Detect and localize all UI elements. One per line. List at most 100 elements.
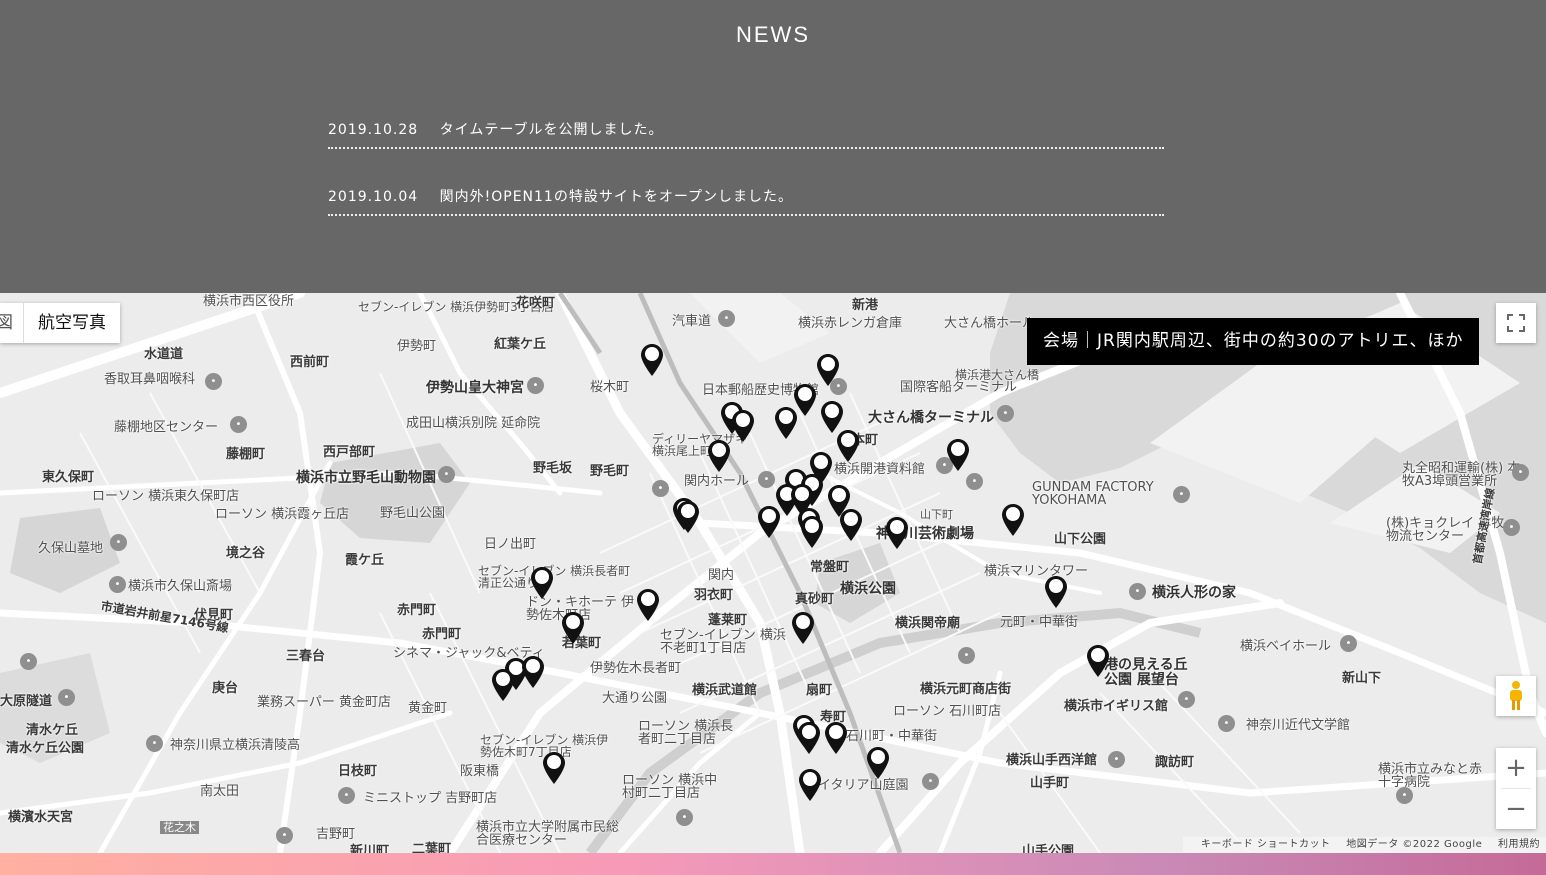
- map-label: セブン-イレブン 横浜不老町1丁目店: [660, 628, 786, 656]
- poi-icon: •: [652, 480, 669, 497]
- venue-pin[interactable]: [542, 751, 566, 785]
- news-text[interactable]: 関内外!OPEN11の特設サイトをオープンしました。: [440, 189, 793, 205]
- venue-pin[interactable]: [774, 406, 798, 440]
- map-label: 新港: [852, 298, 879, 313]
- poi-icon: •: [527, 377, 544, 394]
- map-label: 阪東橋: [460, 764, 500, 779]
- map-label: 花咲町: [516, 296, 556, 311]
- map-label: ローソン 石川町店: [893, 704, 1002, 719]
- venue-pin[interactable]: [1001, 503, 1025, 537]
- poi-icon: •: [1108, 751, 1125, 768]
- poi-icon: •: [109, 576, 126, 593]
- keyboard-shortcuts-link[interactable]: キーボード ショートカット: [1201, 839, 1331, 850]
- map-label: 新川町: [350, 844, 390, 853]
- map-label: 水道道: [144, 347, 184, 362]
- map-label: 扇町: [806, 683, 833, 698]
- venue-pin[interactable]: [530, 566, 554, 600]
- map-label: 三春台: [286, 649, 326, 664]
- venue-pin[interactable]: [757, 505, 781, 539]
- venue-pin[interactable]: [797, 721, 821, 755]
- venue-pin[interactable]: [491, 668, 515, 702]
- map-label: 赤門町: [422, 627, 462, 642]
- map-label: 横濱水天宮: [8, 810, 74, 825]
- map-label: (株)キョクレイ 本牧物流センター: [1386, 516, 1505, 544]
- venue-pin[interactable]: [839, 508, 863, 542]
- map-label: 花之木: [160, 821, 199, 834]
- poi-icon: •: [338, 787, 355, 804]
- map-label: 業務スーパー 黄金町店: [257, 695, 392, 710]
- venue-pin[interactable]: [707, 439, 731, 473]
- map-label: 野毛町: [590, 464, 630, 479]
- map-data-credit: 地図データ ©2022 Google: [1346, 839, 1483, 850]
- map-label: 伊勢町: [397, 339, 437, 354]
- footer-gradient-bar: [0, 853, 1546, 875]
- map-label: 石川町・中華街: [846, 729, 938, 744]
- map-label: 桜木町: [590, 380, 630, 395]
- venue-pin[interactable]: [521, 655, 545, 689]
- map-label: 横浜市イギリス館: [1064, 699, 1169, 714]
- poi-icon: •: [718, 310, 735, 327]
- venue-pin[interactable]: [836, 429, 860, 463]
- poi-icon: •: [1340, 635, 1357, 652]
- map-label: 横浜山手西洋館: [1006, 753, 1098, 768]
- map-label: 赤門町: [397, 603, 437, 618]
- venue-pin[interactable]: [1044, 575, 1068, 609]
- map-label: 庚台: [212, 681, 239, 696]
- map-label: 汽車道: [672, 314, 712, 329]
- news-item[interactable]: 2019.10.28 タイムテーブルを公開しました。: [328, 113, 1164, 149]
- venue-pin[interactable]: [676, 500, 700, 534]
- venue-pin[interactable]: [946, 438, 970, 472]
- map-type-map-option[interactable]: 図: [0, 303, 23, 343]
- venue-pin[interactable]: [824, 721, 848, 755]
- map-label: 横浜武道館: [692, 683, 758, 698]
- map-label: セブン-イレブン 横浜長者町清正公通り店: [478, 564, 631, 590]
- map-label: 横浜ベイホール: [1240, 639, 1332, 654]
- venue-pin[interactable]: [800, 515, 824, 549]
- map-type-satellite-option[interactable]: 航空写真: [23, 303, 120, 343]
- map-label: 藤棚地区センター: [114, 420, 219, 435]
- news-section: NEWS 2019.10.28 タイムテーブルを公開しました。 2019.10.…: [0, 0, 1546, 293]
- map-label: 久保山墓地: [38, 541, 104, 556]
- poi-icon: •: [676, 809, 693, 826]
- venue-map[interactable]: 横浜市西区役所 セブン-イレブン 横浜伊勢町3丁目店 花咲町 新港 汽車道 横浜…: [0, 293, 1546, 853]
- news-text[interactable]: タイムテーブルを公開しました。: [440, 122, 664, 138]
- venue-pin[interactable]: [731, 409, 755, 443]
- map-label: ローソン 横浜長者町二丁目店: [638, 719, 734, 747]
- map-label: 元町・中華街: [1000, 615, 1079, 630]
- map-label: 横浜市久保山斎場: [128, 579, 233, 594]
- fullscreen-button[interactable]: [1496, 303, 1536, 343]
- venue-pin[interactable]: [885, 516, 909, 550]
- venue-pin[interactable]: [798, 768, 822, 802]
- poi-icon: •: [922, 773, 939, 790]
- map-label: 野毛坂: [533, 461, 573, 476]
- map-label: 港の見える丘公園 展望台: [1104, 657, 1188, 689]
- venue-pin[interactable]: [816, 353, 840, 387]
- terms-link[interactable]: 利用規約: [1498, 839, 1540, 850]
- zoom-in-button[interactable]: +: [1496, 748, 1536, 788]
- poi-icon: •: [1512, 464, 1529, 481]
- poi-icon: •: [966, 473, 983, 490]
- map-label: 関内ホール: [684, 474, 750, 489]
- map-label: 大原隧道: [0, 694, 53, 709]
- zoom-out-button[interactable]: −: [1496, 789, 1536, 829]
- map-label: 蓬莱町: [708, 613, 748, 628]
- map-label: 清水ケ丘公園: [6, 741, 85, 756]
- map-label: 伊勢山皇大神宮: [426, 380, 524, 396]
- venue-pin[interactable]: [636, 588, 660, 622]
- news-item[interactable]: 2019.10.04 関内外!OPEN11の特設サイトをオープンしました。: [328, 180, 1164, 216]
- venue-pin[interactable]: [640, 343, 664, 377]
- street-view-button[interactable]: [1496, 676, 1536, 716]
- venue-pin[interactable]: [791, 611, 815, 645]
- map-label: イタリア山庭園: [818, 778, 909, 793]
- news-date: 2019.10.04: [328, 189, 419, 205]
- poi-icon: •: [110, 534, 127, 551]
- map-label: 横浜関帝廟: [895, 616, 961, 631]
- map-label: 真砂町: [795, 592, 835, 607]
- venue-pin[interactable]: [1086, 644, 1110, 678]
- map-label: 神奈川近代文学館: [1246, 718, 1351, 733]
- venue-pin[interactable]: [561, 611, 585, 645]
- map-label: 藤棚町: [226, 447, 266, 462]
- map-label: 神奈川県立横浜清陵高: [170, 738, 301, 753]
- poi-icon: •: [997, 405, 1014, 422]
- venue-pin[interactable]: [866, 746, 890, 780]
